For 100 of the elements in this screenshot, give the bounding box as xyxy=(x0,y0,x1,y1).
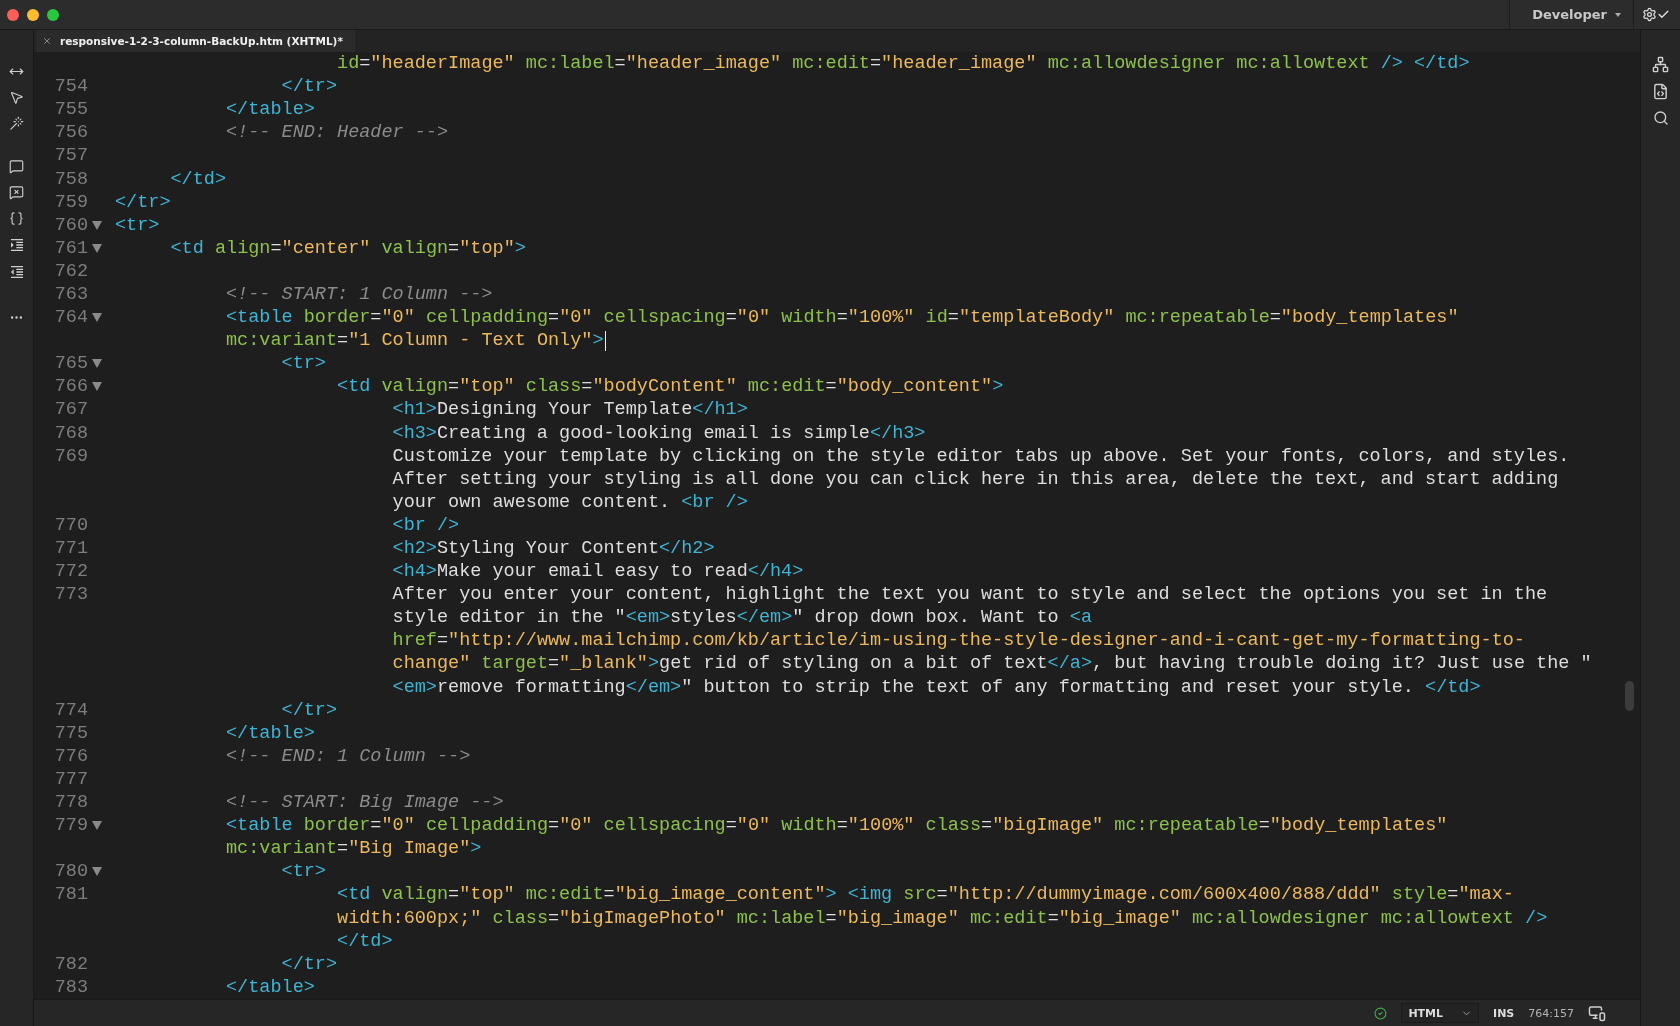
line-number: 777 xyxy=(54,768,88,790)
code-line: <!-- END: 1 Column --> xyxy=(225,745,471,767)
line-number: 760 xyxy=(54,214,88,236)
tab-title: responsive-1-2-3-column-BackUp.htm (XHTML)* xyxy=(60,35,343,47)
language-dropdown[interactable]: HTML xyxy=(1401,1003,1480,1023)
code-line: <br /> xyxy=(391,514,460,536)
line-number: 754 xyxy=(54,76,88,98)
close-window-button[interactable] xyxy=(7,8,19,21)
code-line: <td valign="top" class="bodyContent" mc:edit="body_content"> xyxy=(336,376,1004,398)
file-tab[interactable]: responsive-1-2-3-column-BackUp.htm (XHTML)* xyxy=(36,30,355,52)
line-number: 773 xyxy=(54,584,88,606)
line-number: 769 xyxy=(54,445,88,467)
code-line: </table> xyxy=(225,976,315,998)
check-circle-icon xyxy=(1374,1006,1388,1020)
code-line: After setting your styling is all done you can click here in this area, delete the text, and start adding xyxy=(391,468,1559,490)
code-line: <tr> xyxy=(280,861,326,883)
code-line: After you enter your content, highlight the text you want to style and select the options you set in the xyxy=(391,584,1548,606)
fold-triangle-icon[interactable] xyxy=(92,867,102,877)
zoom-window-button[interactable] xyxy=(47,8,59,21)
code-line: </table> xyxy=(225,99,315,121)
caret-icon xyxy=(1615,12,1621,17)
code-line: change" target="_blank">get rid of styling on a bit of text</a>, but having trouble doing it? Just use the " xyxy=(391,653,1592,675)
line-number: 759 xyxy=(54,191,88,213)
line-number: 774 xyxy=(54,699,88,721)
code-line: href="http://www.mailchimp.com/kb/article/im-using-the-style-designer-and-i-cant-get-my-formatting-to- xyxy=(391,630,1525,652)
workspace-dropdown[interactable]: Developer xyxy=(1509,0,1634,30)
code-line: </table> xyxy=(225,722,315,744)
line-number: 770 xyxy=(54,514,88,536)
cursor-position: 764:157 xyxy=(1528,1006,1574,1020)
scrollbar-thumb[interactable] xyxy=(1625,681,1634,711)
line-number: 780 xyxy=(54,861,88,883)
line-number: 758 xyxy=(54,168,88,190)
line-number: 763 xyxy=(54,284,88,305)
line-number: 765 xyxy=(54,353,88,375)
fold-triangle-icon[interactable] xyxy=(92,821,102,831)
remove-comment-icon[interactable] xyxy=(9,185,24,200)
outdent-icon[interactable] xyxy=(8,264,25,280)
line-number: 776 xyxy=(54,745,88,767)
code-line: <td valign="top" mc:edit="big_image_content"> <img src="http://dummyimage.com/600x400/888/ddd" style="max- xyxy=(336,884,1514,906)
code-line: your own awesome content. <br /> xyxy=(391,491,748,513)
fold-triangle-icon[interactable] xyxy=(92,313,102,323)
code-line: <!-- START: Big Image --> xyxy=(225,792,504,814)
devices-icon[interactable] xyxy=(1588,1004,1606,1022)
indent-icon[interactable] xyxy=(8,237,25,253)
search-icon[interactable] xyxy=(1652,110,1669,126)
code-line: <table border="0" cellpadding="0" cellspacing="0" width="100%" id="templateBody" mc:repeatable="body_templates" xyxy=(225,307,1459,329)
code-line: <tr> xyxy=(115,214,160,236)
line-number: 781 xyxy=(54,884,88,906)
fold-triangle-icon[interactable] xyxy=(92,220,102,230)
code-line: width:600px;" class="bigImagePhoto" mc:label="big_image" mc:edit="big_image" mc:allowdesigner mc:allowtext /> xyxy=(336,907,1548,929)
code-line: <!-- END: Header --> xyxy=(225,122,449,144)
file-code-icon[interactable] xyxy=(1652,83,1669,100)
code-line: <h1>Designing Your Template</h1> xyxy=(391,399,748,421)
line-number: 767 xyxy=(54,399,88,421)
fold-triangle-icon[interactable] xyxy=(92,243,102,253)
settings-icon xyxy=(1642,7,1657,22)
code-line: <tr> xyxy=(280,353,326,375)
code-line: </tr> xyxy=(280,76,338,98)
line-number: 762 xyxy=(54,260,88,282)
code-line: </tr> xyxy=(115,191,171,213)
fold-triangle-icon[interactable] xyxy=(92,382,102,392)
line-number: 756 xyxy=(54,122,88,144)
line-number: 771 xyxy=(54,538,88,559)
line-number: 772 xyxy=(54,561,88,583)
code-line: Customize your template by clicking on the style editor tabs up above. Set your fonts, colors, and styles. xyxy=(391,445,1570,467)
line-number: 778 xyxy=(54,792,88,814)
line-number: 761 xyxy=(54,237,88,259)
code-line: mc:variant="1 Column - Text Only"> xyxy=(115,330,606,352)
code-line: <td align="center" valign="top"> xyxy=(169,237,526,259)
line-number: 766 xyxy=(54,376,88,398)
sitemap-icon[interactable] xyxy=(1652,56,1669,73)
line-number: 757 xyxy=(54,145,88,167)
close-icon[interactable] xyxy=(42,36,52,46)
code-line: <!-- START: 1 Column --> xyxy=(225,284,493,305)
code-line: </tr> xyxy=(280,953,338,975)
line-number: 782 xyxy=(54,953,88,975)
line-number: 764 xyxy=(54,307,88,329)
code-line: <table border="0" cellpadding="0" cellspacing="0" width="100%" class="bigImage" mc:repeatable="body_templates" xyxy=(225,815,1448,837)
code-line: <h2>Styling Your Content</h2> xyxy=(391,538,715,559)
comment-icon[interactable] xyxy=(9,159,24,174)
check-icon xyxy=(1657,8,1670,21)
code-line: style editor in the "<em>styles</em>" drop down box. Want to <a xyxy=(391,607,1092,629)
line-number: 783 xyxy=(54,976,88,998)
line-number: 775 xyxy=(54,722,88,744)
line-number: 755 xyxy=(54,99,88,121)
code-line: <em>remove formatting</em>" button to strip the text of any formatting and reset your style. </td> xyxy=(391,676,1481,698)
code-line: </tr> xyxy=(280,699,338,721)
code-line: <h4>Make your email easy to read</h4> xyxy=(391,561,804,583)
code-line: mc:variant="Big Image"> xyxy=(225,838,482,860)
code-line: </td> xyxy=(336,930,393,952)
line-number: 768 xyxy=(54,422,88,444)
minimize-window-button[interactable] xyxy=(27,8,39,21)
pointer-icon[interactable] xyxy=(9,90,24,105)
wand-icon[interactable] xyxy=(9,116,24,131)
code-line: id="headerImage" mc:label="header_image" mc:edit="header_image" mc:allowdesigner mc:allowtext /> </td> xyxy=(336,53,1470,75)
code-line: <h3>Creating a good-looking email is simple</h3> xyxy=(391,422,926,444)
fold-triangle-icon[interactable] xyxy=(92,359,102,369)
line-number: 779 xyxy=(54,815,88,837)
braces-icon[interactable] xyxy=(9,211,24,226)
insert-mode: INS xyxy=(1493,1006,1515,1020)
